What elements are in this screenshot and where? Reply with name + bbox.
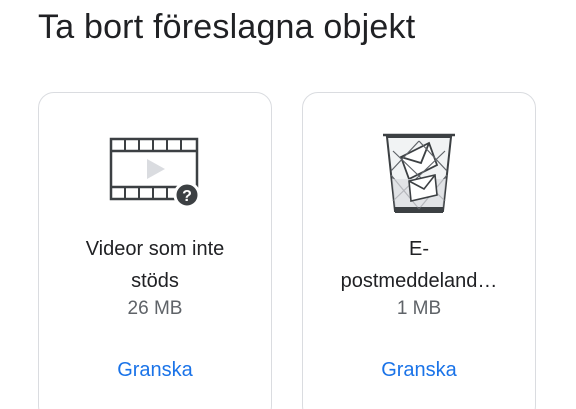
emails-card[interactable]: E- postmeddeland… 1 MB Granska: [302, 92, 536, 409]
card-title: Videor som inte stöds: [85, 238, 225, 292]
page-title: Ta bort föreslagna objekt: [38, 8, 416, 46]
trash-email-icon: [379, 131, 459, 217]
review-button[interactable]: Granska: [381, 359, 457, 382]
card-size: 1 MB: [396, 298, 442, 319]
card-title: E- postmeddeland…: [340, 238, 498, 292]
card-size: 26 MB: [127, 298, 183, 319]
suggested-items-screen: Ta bort föreslagna objekt ? Videor som i…: [0, 0, 576, 409]
svg-text:?: ?: [182, 188, 192, 205]
review-button[interactable]: Granska: [117, 359, 193, 382]
unsupported-video-icon: ?: [109, 137, 201, 209]
unsupported-videos-card[interactable]: ? Videor som inte stöds 26 MB Granska: [38, 92, 272, 409]
